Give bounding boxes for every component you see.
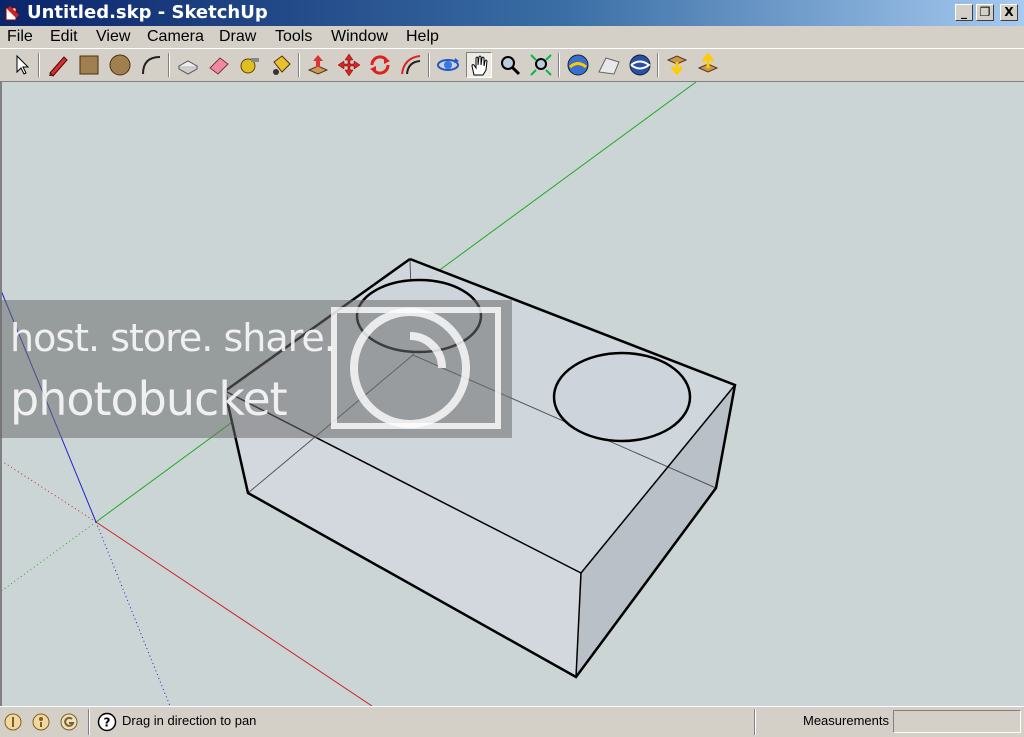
share-model-icon[interactable] bbox=[695, 52, 721, 78]
menu-tools[interactable]: Tools bbox=[275, 28, 312, 46]
menu-edit[interactable]: Edit bbox=[50, 28, 78, 46]
blue-axis-dotted bbox=[95, 521, 171, 706]
toolbar-separator bbox=[38, 53, 40, 77]
toolbar-separator bbox=[428, 53, 430, 77]
rectangle-icon[interactable] bbox=[76, 52, 102, 78]
status-separator bbox=[754, 709, 756, 735]
pan-icon[interactable] bbox=[466, 52, 492, 78]
paint-bucket-icon[interactable] bbox=[268, 52, 294, 78]
pencil-icon[interactable] bbox=[45, 52, 71, 78]
toolbar-separator bbox=[657, 53, 659, 77]
status-separator bbox=[88, 709, 90, 735]
watermark-tagline: host. store. share. bbox=[10, 316, 336, 360]
red-axis-dotted bbox=[2, 460, 97, 523]
google-earth-place-icon[interactable] bbox=[627, 52, 653, 78]
get-models-icon[interactable] bbox=[664, 52, 690, 78]
minimize-button[interactable]: _ bbox=[955, 4, 973, 21]
status-bar: ? Drag in direction to pan Measurements bbox=[0, 706, 1024, 737]
make-component-icon[interactable] bbox=[175, 52, 201, 78]
menu-bar: File Edit View Camera Draw Tools Window … bbox=[0, 26, 1024, 48]
zoom-icon[interactable] bbox=[497, 52, 523, 78]
move-icon[interactable] bbox=[336, 52, 362, 78]
geo-location-icon[interactable] bbox=[3, 712, 23, 732]
arc-icon[interactable] bbox=[138, 52, 164, 78]
help-icon[interactable]: ? bbox=[97, 712, 117, 732]
google-signin-icon[interactable] bbox=[59, 712, 79, 732]
close-button[interactable]: X bbox=[1000, 4, 1018, 21]
eraser-icon[interactable] bbox=[206, 52, 232, 78]
status-hint: Drag in direction to pan bbox=[122, 713, 257, 728]
menu-help[interactable]: Help bbox=[406, 28, 439, 46]
red-axis-solid bbox=[95, 521, 373, 706]
menu-file[interactable]: File bbox=[7, 28, 33, 46]
green-axis-dotted bbox=[2, 521, 97, 592]
circle-icon[interactable] bbox=[107, 52, 133, 78]
google-earth-view-icon[interactable] bbox=[565, 52, 591, 78]
toolbar-separator bbox=[168, 53, 170, 77]
restore-button[interactable]: ❐ bbox=[976, 4, 994, 21]
menu-camera[interactable]: Camera bbox=[147, 28, 204, 46]
orbit-icon[interactable] bbox=[435, 52, 461, 78]
zoom-extents-icon[interactable] bbox=[528, 52, 554, 78]
credits-icon[interactable] bbox=[31, 712, 51, 732]
offset-icon[interactable] bbox=[398, 52, 424, 78]
select-arrow-icon[interactable] bbox=[8, 52, 34, 78]
google-earth-terrain-icon[interactable] bbox=[596, 52, 622, 78]
toolbar-separator bbox=[298, 53, 300, 77]
top-circle-right[interactable] bbox=[552, 351, 692, 443]
push-pull-icon[interactable] bbox=[305, 52, 331, 78]
svg-text:?: ? bbox=[104, 716, 111, 730]
rotate-icon[interactable] bbox=[367, 52, 393, 78]
tape-measure-icon[interactable] bbox=[237, 52, 263, 78]
watermark-brand: photobucket bbox=[10, 372, 288, 426]
measurements-input[interactable] bbox=[893, 710, 1021, 733]
sketchup-logo-icon bbox=[5, 6, 19, 21]
camera-logo-icon bbox=[331, 307, 501, 429]
menu-draw[interactable]: Draw bbox=[219, 28, 256, 46]
window-title: Untitled.skp - SketchUp bbox=[27, 2, 268, 23]
menu-view[interactable]: View bbox=[96, 28, 130, 46]
toolbar-separator bbox=[558, 53, 560, 77]
toolbar bbox=[0, 48, 1024, 82]
measurements-label: Measurements bbox=[803, 713, 889, 728]
title-bar: Untitled.skp - SketchUp _ ❐ X bbox=[0, 0, 1024, 26]
menu-window[interactable]: Window bbox=[331, 28, 388, 46]
